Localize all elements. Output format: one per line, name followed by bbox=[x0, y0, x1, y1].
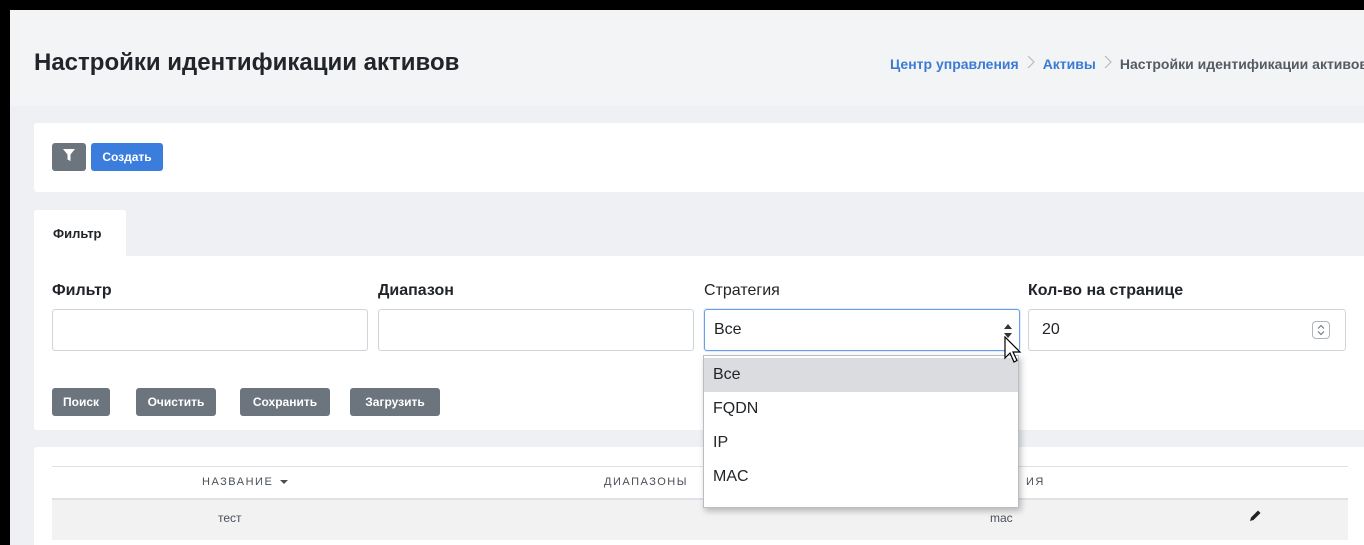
column-header-name[interactable]: НАЗВАНИЕ bbox=[202, 476, 288, 488]
breadcrumb-separator-icon bbox=[1027, 55, 1035, 73]
per-page-input[interactable]: 20 bbox=[1028, 309, 1346, 351]
column-header-strategy[interactable]: ИЯ bbox=[1026, 476, 1045, 488]
breadcrumb-control-center[interactable]: Центр управления bbox=[890, 56, 1019, 72]
range-input[interactable] bbox=[378, 309, 694, 351]
table-row[interactable]: тест mac bbox=[52, 500, 1348, 540]
clear-button[interactable]: Очистить bbox=[136, 388, 216, 416]
filter-toggle-button[interactable] bbox=[52, 143, 86, 171]
per-page-value: 20 bbox=[1042, 321, 1060, 338]
breadcrumb: Центр управления Активы Настройки иденти… bbox=[890, 55, 1364, 73]
dropdown-option-mac[interactable]: MAC bbox=[704, 460, 1018, 494]
filter-label: Фильтр bbox=[52, 282, 112, 299]
strategy-select[interactable]: Все bbox=[704, 309, 1020, 351]
app-viewport: Настройки идентификации активов Центр уп… bbox=[10, 10, 1364, 545]
strategy-select-value: Все bbox=[714, 321, 742, 338]
cell-name: тест bbox=[218, 511, 242, 525]
per-page-label: Кол-во на странице bbox=[1028, 282, 1184, 299]
create-button[interactable]: Создать bbox=[91, 143, 163, 171]
filter-input[interactable] bbox=[52, 309, 368, 351]
search-button[interactable]: Поиск bbox=[52, 388, 110, 416]
cell-strategy: mac bbox=[990, 511, 1013, 525]
page-title: Настройки идентификации активов bbox=[34, 49, 460, 76]
breadcrumb-separator-icon bbox=[1104, 55, 1112, 73]
save-button[interactable]: Сохранить bbox=[240, 388, 330, 416]
toolbar-card: Создать bbox=[34, 123, 1364, 192]
range-label: Диапазон bbox=[378, 282, 454, 299]
filter-icon bbox=[63, 149, 75, 165]
dropdown-option-fqdn[interactable]: FQDN bbox=[704, 392, 1018, 426]
strategy-dropdown: Все FQDN IP MAC bbox=[703, 355, 1019, 508]
stepper-icon[interactable] bbox=[1312, 321, 1330, 339]
load-button[interactable]: Загрузить bbox=[350, 388, 440, 416]
breadcrumb-current: Настройки идентификации активов bbox=[1119, 56, 1364, 72]
dropdown-option-all[interactable]: Все bbox=[704, 358, 1018, 392]
filter-card: Фильтр Фильтр Диапазон Стратегия Все Кол… bbox=[34, 210, 1364, 430]
dropdown-option-ip[interactable]: IP bbox=[704, 426, 1018, 460]
tab-filter[interactable]: Фильтр bbox=[34, 210, 126, 256]
sort-desc-icon bbox=[279, 480, 288, 484]
table-header: НАЗВАНИЕ ДИАПАЗОНЫ ИЯ bbox=[52, 466, 1348, 500]
mouse-cursor-icon bbox=[1004, 335, 1024, 366]
table-card: НАЗВАНИЕ ДИАПАЗОНЫ ИЯ тест mac bbox=[34, 447, 1364, 545]
page-header: Настройки идентификации активов Центр уп… bbox=[10, 10, 1364, 106]
filter-tabs: Фильтр bbox=[34, 210, 1364, 256]
pencil-icon[interactable] bbox=[1248, 509, 1262, 526]
breadcrumb-assets[interactable]: Активы bbox=[1043, 56, 1096, 72]
column-header-ranges[interactable]: ДИАПАЗОНЫ bbox=[604, 476, 688, 488]
strategy-label: Стратегия bbox=[704, 282, 780, 299]
